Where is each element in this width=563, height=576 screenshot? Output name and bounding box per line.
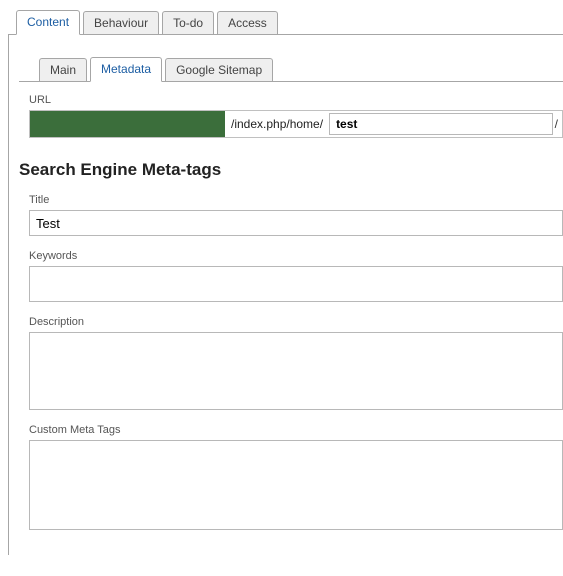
- description-label: Description: [29, 316, 563, 328]
- tab-content[interactable]: Content: [16, 10, 80, 35]
- url-trail: /: [553, 117, 562, 131]
- url-slug-input[interactable]: [329, 113, 553, 135]
- tab-behaviour[interactable]: Behaviour: [83, 11, 159, 34]
- url-row: /index.php/home/ /: [29, 110, 563, 138]
- tab-access[interactable]: Access: [217, 11, 278, 34]
- keywords-label: Keywords: [29, 250, 563, 262]
- tab-main[interactable]: Main: [39, 58, 87, 81]
- tab-metadata[interactable]: Metadata: [90, 57, 162, 82]
- url-label: URL: [29, 94, 563, 106]
- secondary-tabs: Main Metadata Google Sitemap: [19, 55, 563, 82]
- tab-todo[interactable]: To-do: [162, 11, 214, 34]
- tab-google-sitemap[interactable]: Google Sitemap: [165, 58, 273, 81]
- custom-meta-input[interactable]: [29, 440, 563, 530]
- section-heading: Search Engine Meta-tags: [19, 160, 563, 180]
- url-domain-redacted: [30, 111, 225, 137]
- description-input[interactable]: [29, 332, 563, 410]
- title-input[interactable]: [29, 210, 563, 236]
- primary-tabs: Content Behaviour To-do Access: [8, 8, 563, 35]
- url-path: /index.php/home/: [225, 117, 329, 131]
- custom-meta-label: Custom Meta Tags: [29, 424, 563, 436]
- keywords-input[interactable]: [29, 266, 563, 302]
- title-label: Title: [29, 194, 563, 206]
